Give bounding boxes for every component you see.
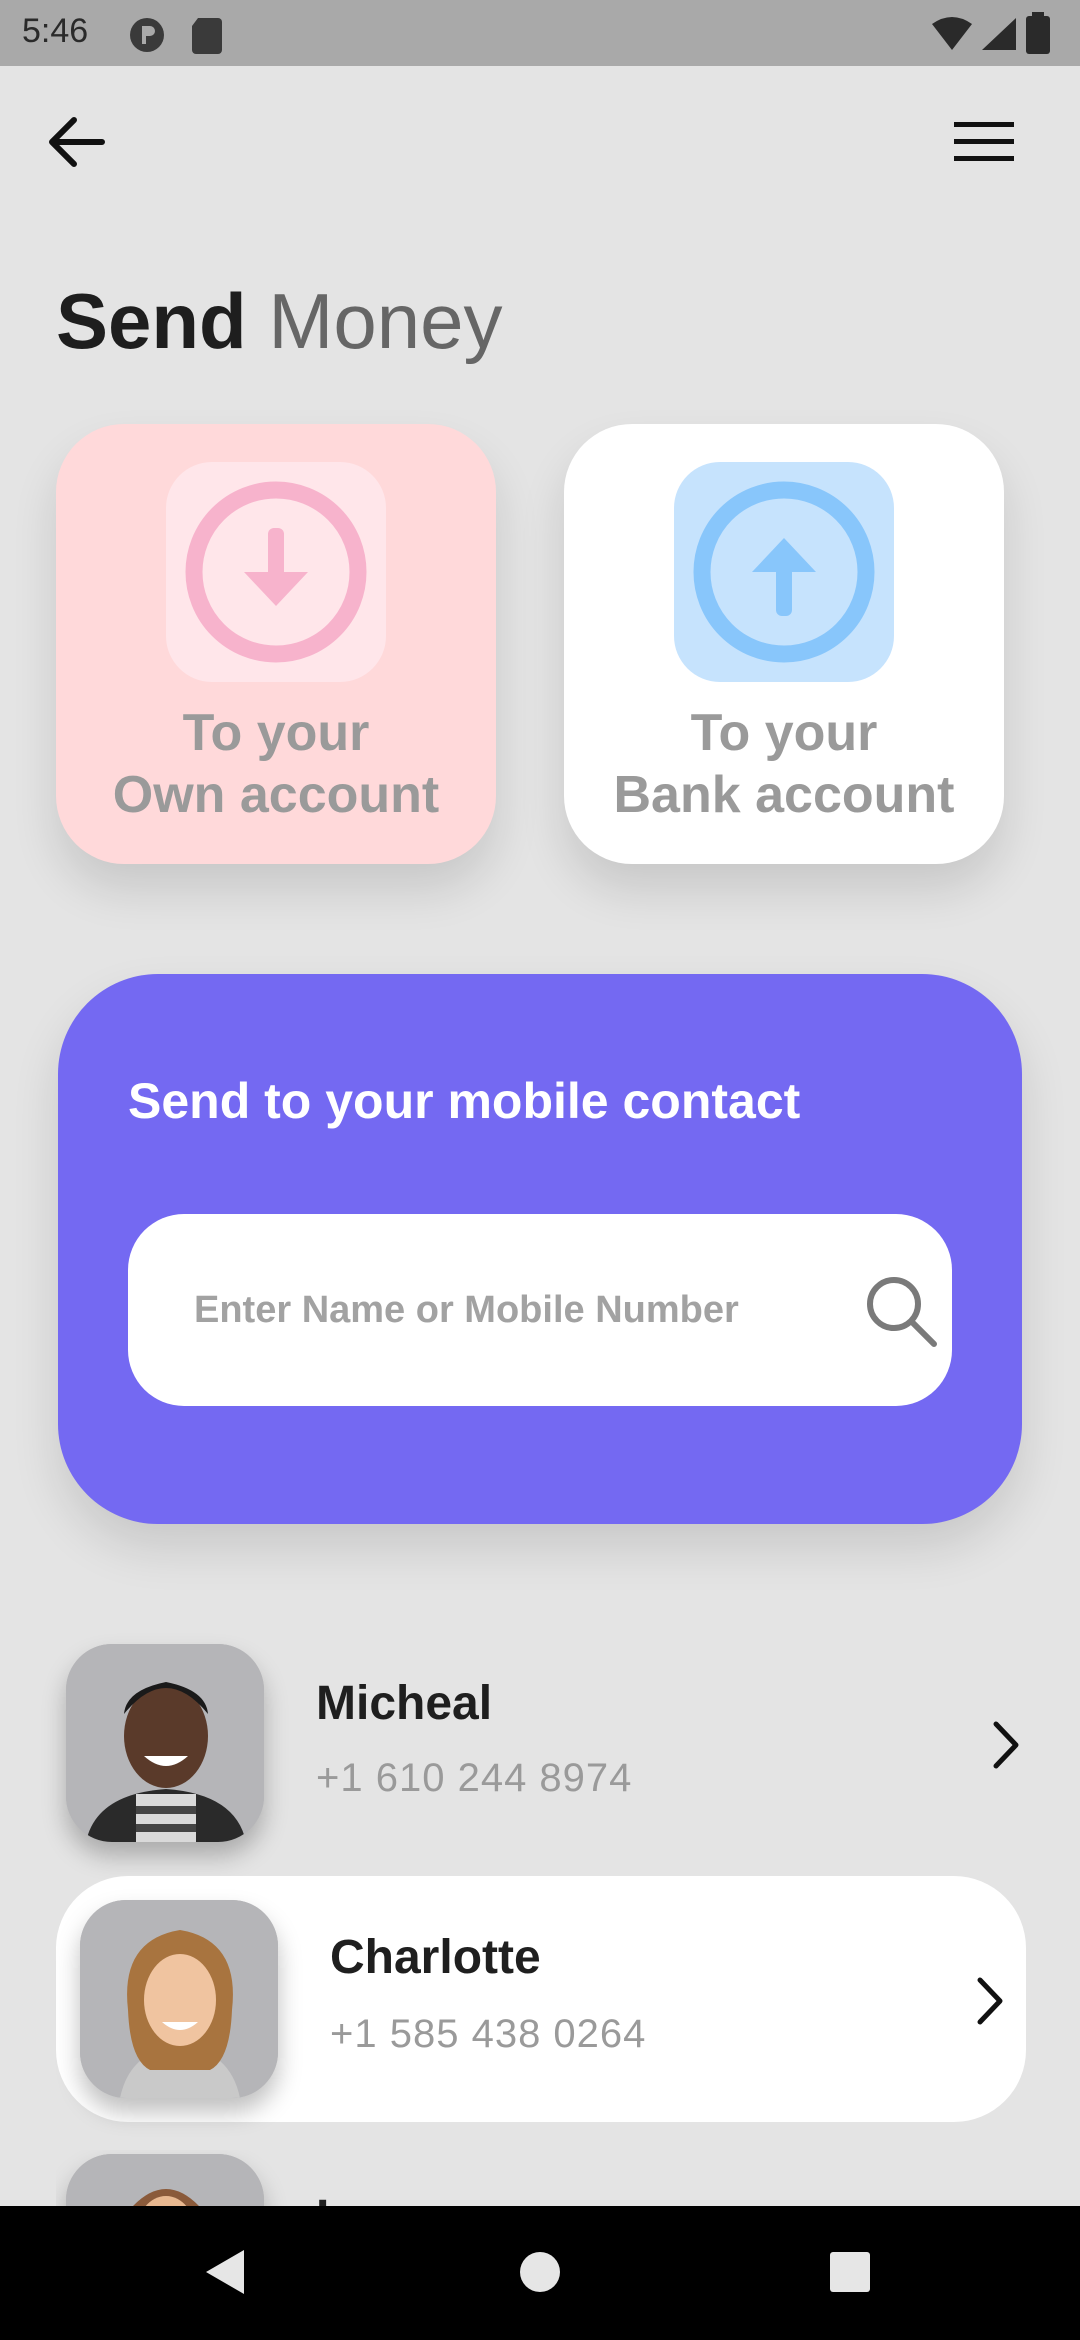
system-nav-bar [0,2206,1080,2340]
menu-button[interactable] [948,112,1020,172]
app-notification-icon [130,18,164,52]
nav-home-icon[interactable] [518,2250,562,2294]
hamburger-menu-icon [954,122,1014,161]
avatar-charlotte [80,1900,278,2098]
chevron-right-icon [977,1977,1003,2025]
sd-card-icon [192,18,222,54]
search-icon[interactable] [864,1274,940,1350]
contact-row-charlotte[interactable]: Charlotte +1 585 438 0264 [56,1876,1026,2122]
status-time: 5:46 [22,12,89,50]
bank-account-label-line1: To your [690,704,878,762]
contact-row-micheal[interactable]: Micheal +1 610 244 8974 [56,1636,1026,1852]
status-bar: 5:46 [0,0,1080,66]
contact-phone: +1 585 438 0264 [330,2012,647,2056]
bank-account-label-line2: Bank account [613,766,955,824]
battery-icon [1026,12,1050,54]
arrow-up-circle-icon [693,481,875,663]
contact-name: Micheal [316,1677,493,1730]
chevron-right-icon [993,1721,1019,1769]
person-photo-icon [66,2154,264,2206]
nav-back-icon[interactable] [200,2246,252,2298]
arrow-down-circle-icon [185,481,367,663]
search-input[interactable] [194,1214,794,1406]
contact-name: Charlotte [330,1931,541,1984]
avatar-micheal [66,1644,264,1842]
search-box[interactable] [128,1214,952,1406]
bank-account-icon-box [674,462,894,682]
own-account-icon-box [166,462,386,682]
arrow-left-icon [49,117,105,167]
panel-title: Send to your mobile contact [128,1073,801,1129]
contact-phone: +1 610 244 8974 [316,1756,633,1800]
own-account-label-line1: To your [182,704,370,762]
avatar-laura [66,2154,264,2206]
mobile-contact-panel: Send to your mobile contact [58,974,1022,1524]
own-account-label-line2: Own account [112,766,440,824]
page-title-light: Money [268,277,503,365]
contact-name: Laura [316,2190,447,2206]
wifi-icon [932,17,972,50]
cell-signal-icon [982,18,1016,50]
page-title: Send Money [56,276,503,366]
person-photo-icon [66,1644,264,1842]
contact-row-laura[interactable]: Laura [56,2150,1026,2206]
person-photo-icon [80,1900,278,2098]
back-button[interactable] [44,112,110,172]
page-title-bold: Send [56,277,247,365]
nav-recents-icon[interactable] [828,2250,872,2294]
